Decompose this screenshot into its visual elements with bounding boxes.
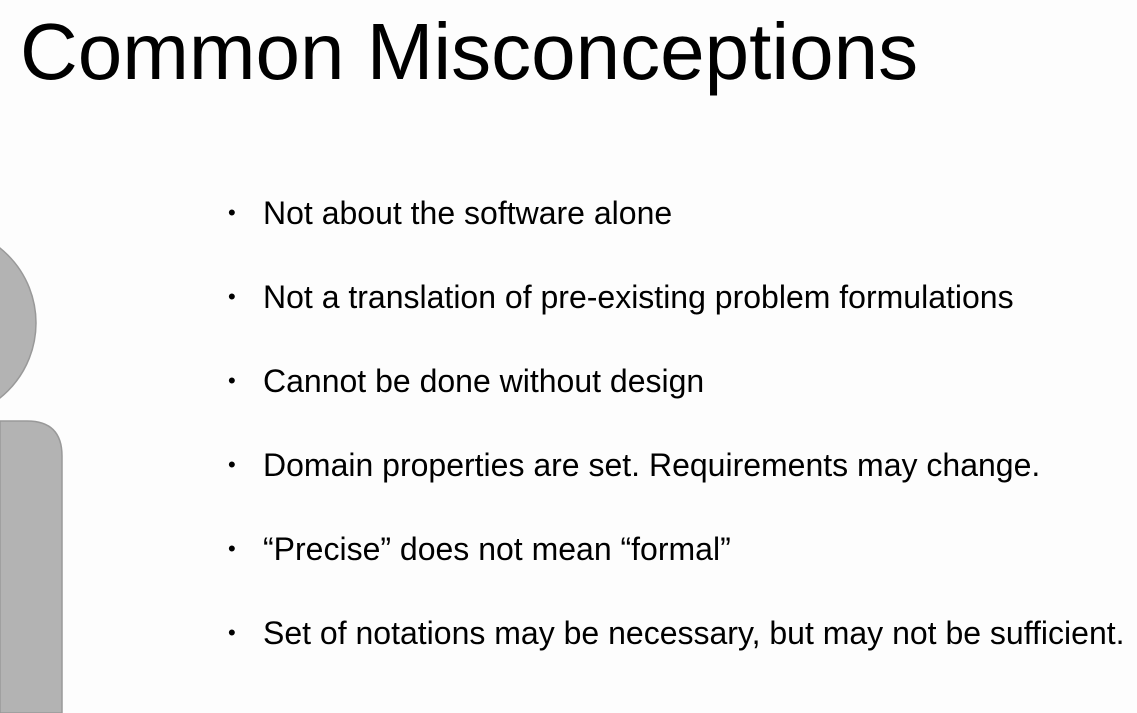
bullet-text: Not about the software alone xyxy=(263,195,673,231)
bullet-text: Domain properties are set. Requirements … xyxy=(263,447,1041,483)
list-item: • Cannot be done without design xyxy=(228,360,1128,402)
list-item: • Domain properties are set. Requirements… xyxy=(228,444,1128,486)
bullet-text: Set of notations may be necessary, but m… xyxy=(263,615,1125,651)
person-silhouette-icon xyxy=(0,247,63,713)
list-item: • Not a translation of pre-existing probl… xyxy=(228,276,1128,318)
list-item: • “Precise” does not mean “formal” xyxy=(228,528,1128,570)
list-item: • Not about the software alone xyxy=(228,192,1128,234)
bullet-text: Cannot be done without design xyxy=(263,363,705,399)
bullet-text: “Precise” does not mean “formal” xyxy=(263,531,731,567)
slide-title: Common Misconceptions xyxy=(20,7,919,96)
bullet-icon: • xyxy=(228,284,236,309)
bullet-icon: • xyxy=(228,452,236,477)
bullet-icon: • xyxy=(228,200,236,225)
bullet-text: Not a translation of pre-existing proble… xyxy=(263,279,1014,315)
bullet-icon: • xyxy=(228,620,236,645)
list-item: • Set of notations may be necessary, but … xyxy=(228,612,1128,654)
bullet-list: • Not about the software alone • Not a tra… xyxy=(228,192,1128,696)
bullet-icon: • xyxy=(228,536,236,561)
bullet-icon: • xyxy=(228,368,236,393)
